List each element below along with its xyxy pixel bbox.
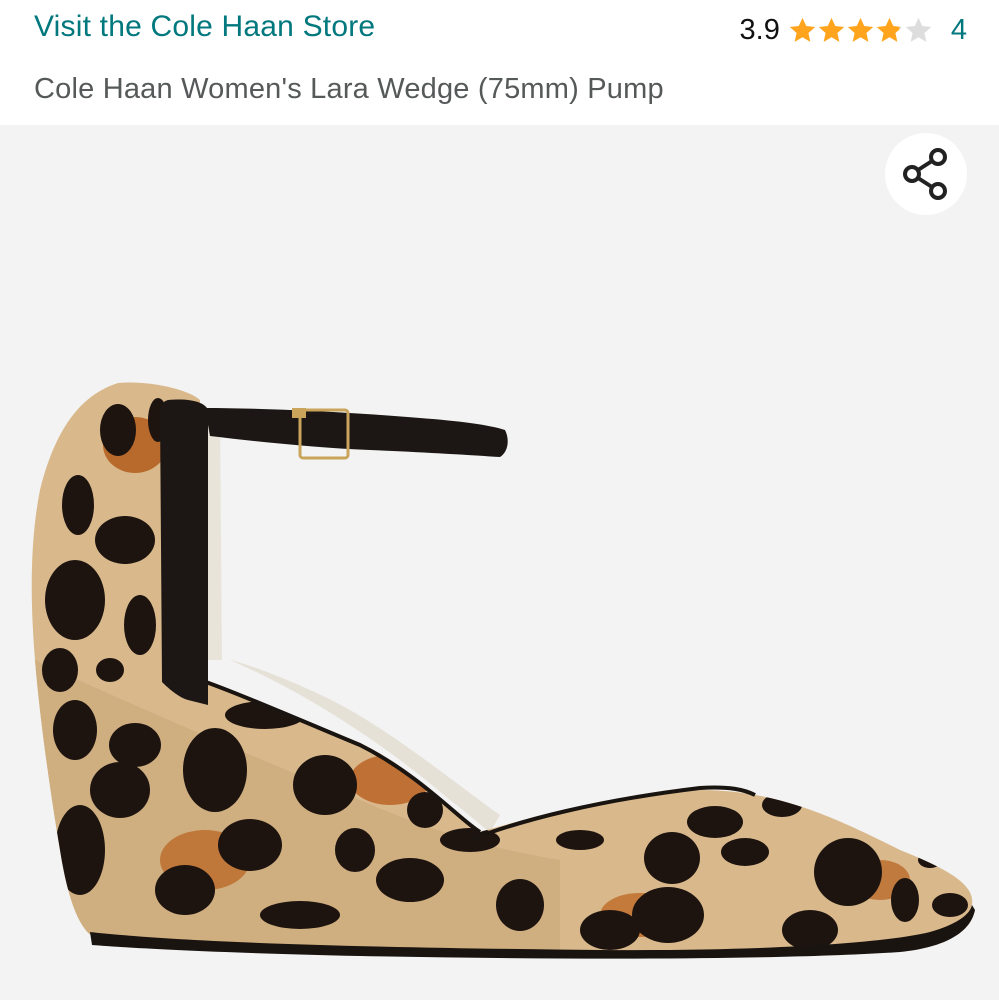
product-image[interactable]: [0, 125, 999, 1000]
visit-store-link[interactable]: Visit the Cole Haan Store: [34, 10, 375, 44]
product-title: Cole Haan Women's Lara Wedge (75mm) Pump: [34, 73, 664, 105]
star-icon: [789, 17, 816, 42]
review-count-link[interactable]: 4: [951, 14, 967, 47]
heel-strap: [160, 399, 208, 705]
product-header: Visit the Cole Haan Store 3.9 4 Cole Haa…: [0, 0, 999, 125]
rating-summary[interactable]: 3.9 4: [740, 10, 967, 50]
star-icon: [847, 17, 874, 42]
rating-stars: [788, 16, 933, 45]
star-icon: [876, 17, 903, 42]
product-image-area[interactable]: [0, 125, 999, 1000]
share-button[interactable]: [885, 133, 967, 215]
star-icon: [905, 17, 932, 42]
share-icon: [903, 148, 947, 200]
ankle-strap: [205, 408, 508, 457]
star-icon: [818, 17, 845, 42]
rating-value: 3.9: [739, 13, 780, 46]
